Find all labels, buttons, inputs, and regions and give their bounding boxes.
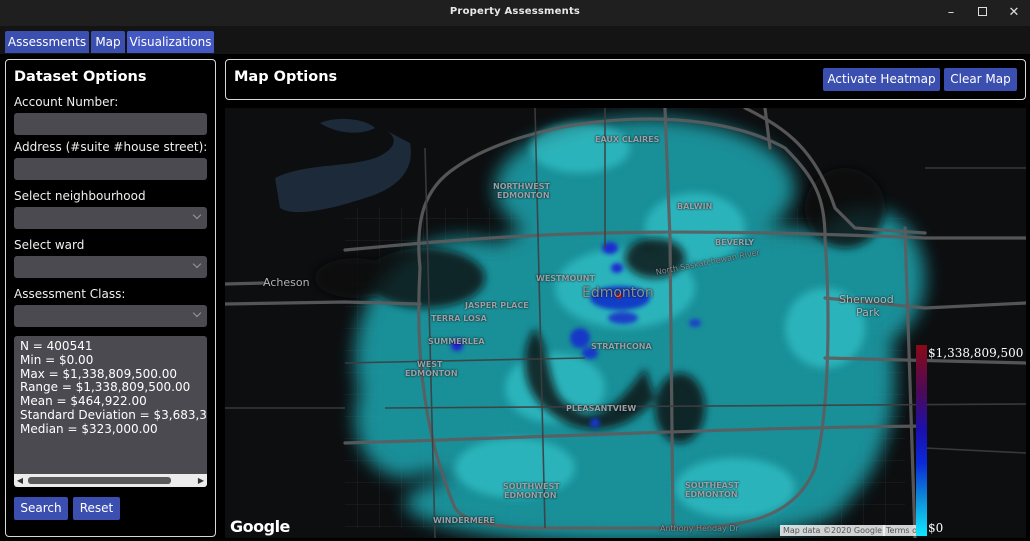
statistics-textbox[interactable]: N = 400541 Min = $0.00 Max = $1,338,809,… [14,336,207,487]
stat-line: Mean = $464,922.00 [20,394,147,409]
map-label: SUMMERLEA [428,337,485,346]
legend-min-label: $0 [928,521,944,535]
search-button[interactable]: Search [14,497,68,520]
ward-label: Select ward [14,238,85,252]
horizontal-scrollbar[interactable]: ◀ ▶ [14,474,207,487]
dataset-options-title: Dataset Options [14,69,147,85]
scroll-left-icon[interactable]: ◀ [14,474,26,487]
map-label: TERRA LOSA [431,314,487,323]
close-button[interactable]: ✕ [997,0,1030,26]
reset-button[interactable]: Reset [73,497,120,520]
stat-line: Min = $0.00 [20,352,94,367]
neighbourhood-label: Select neighbourhood [14,189,146,203]
stat-line: Max = $1,338,809,500.00 [20,366,178,381]
map-label: Acheson [263,276,310,289]
google-logo: Google [230,517,290,536]
map-label: Park [856,306,880,319]
chevron-down-icon [192,259,202,269]
chevron-down-icon [192,210,202,220]
map-label: BEVERLY [715,238,755,247]
scrollbar-thumb[interactable] [28,477,171,484]
address-label: Address (#suite #house street): [14,140,208,154]
statistics-text: N = 400541 Min = $0.00 Max = $1,338,809,… [20,339,207,437]
map-label: Anthony Henday Dr [660,524,739,533]
map-label: WESTMOUNT [536,274,595,283]
account-number-label: Account Number: [14,95,119,109]
dataset-options-panel: Dataset Options Account Number: Address … [5,59,216,537]
map-attribution: Map data ©2020 Google [780,525,886,536]
stat-line: N = 400541 [20,339,93,353]
map-label: EDMONTON [685,490,738,499]
heatmap-legend-gradient [916,345,927,536]
map-label: EDMONTON [504,491,557,500]
tab-map[interactable]: Map [91,31,125,53]
tab-bar: Assessments Map Visualizations [0,26,1030,54]
map-label: Sherwood [839,293,894,306]
minimize-button[interactable]: – [934,0,968,26]
map-label: STRATHCONA [591,342,652,351]
map-label: PLEASANTVIEW [566,404,637,413]
terms-link[interactable]: Terms o [883,525,920,536]
activate-heatmap-button[interactable]: Activate Heatmap [823,68,940,91]
stat-line: Standard Deviation = $3,683,362 [20,407,207,422]
map-label: Edmonton [582,285,654,301]
map-options-panel: Map Options Activate Heatmap Clear Map [225,59,1026,100]
tab-assessments[interactable]: Assessments [5,31,89,53]
clear-map-button[interactable]: Clear Map [944,68,1017,91]
map-label: JASPER PLACE [465,301,529,310]
map-label: WINDERMERE [433,516,495,525]
map-label: BALWIN [677,202,713,211]
map-label: EDMONTON [497,191,550,200]
maximize-icon [977,7,987,16]
map-canvas [225,108,1026,538]
account-number-field[interactable] [14,113,207,135]
chevron-down-icon [192,308,202,318]
legend-max-label: $1,338,809,500 [928,346,1024,360]
tab-visualizations[interactable]: Visualizations [127,31,214,53]
neighbourhood-select[interactable] [14,207,207,229]
stat-line: Range = $1,338,809,500.00 [20,380,191,395]
scroll-right-icon[interactable]: ▶ [195,474,207,487]
maximize-button[interactable] [965,0,999,26]
window-title: Property Assessments [449,6,581,17]
ward-select[interactable] [14,256,207,278]
assessment-class-label: Assessment Class: [14,287,126,301]
map-label: EDMONTON [405,369,458,378]
address-field[interactable] [14,158,207,180]
assessment-class-select[interactable] [14,305,207,327]
map-view[interactable]: EAUX CLAIRES NORTHWEST EDMONTON BALWIN B… [225,108,1026,538]
map-options-title: Map Options [234,69,338,85]
title-bar: Property Assessments – ✕ [0,0,1030,26]
map-label: EAUX CLAIRES [595,135,660,144]
stat-line: Median = $323,000.00 [20,421,158,436]
